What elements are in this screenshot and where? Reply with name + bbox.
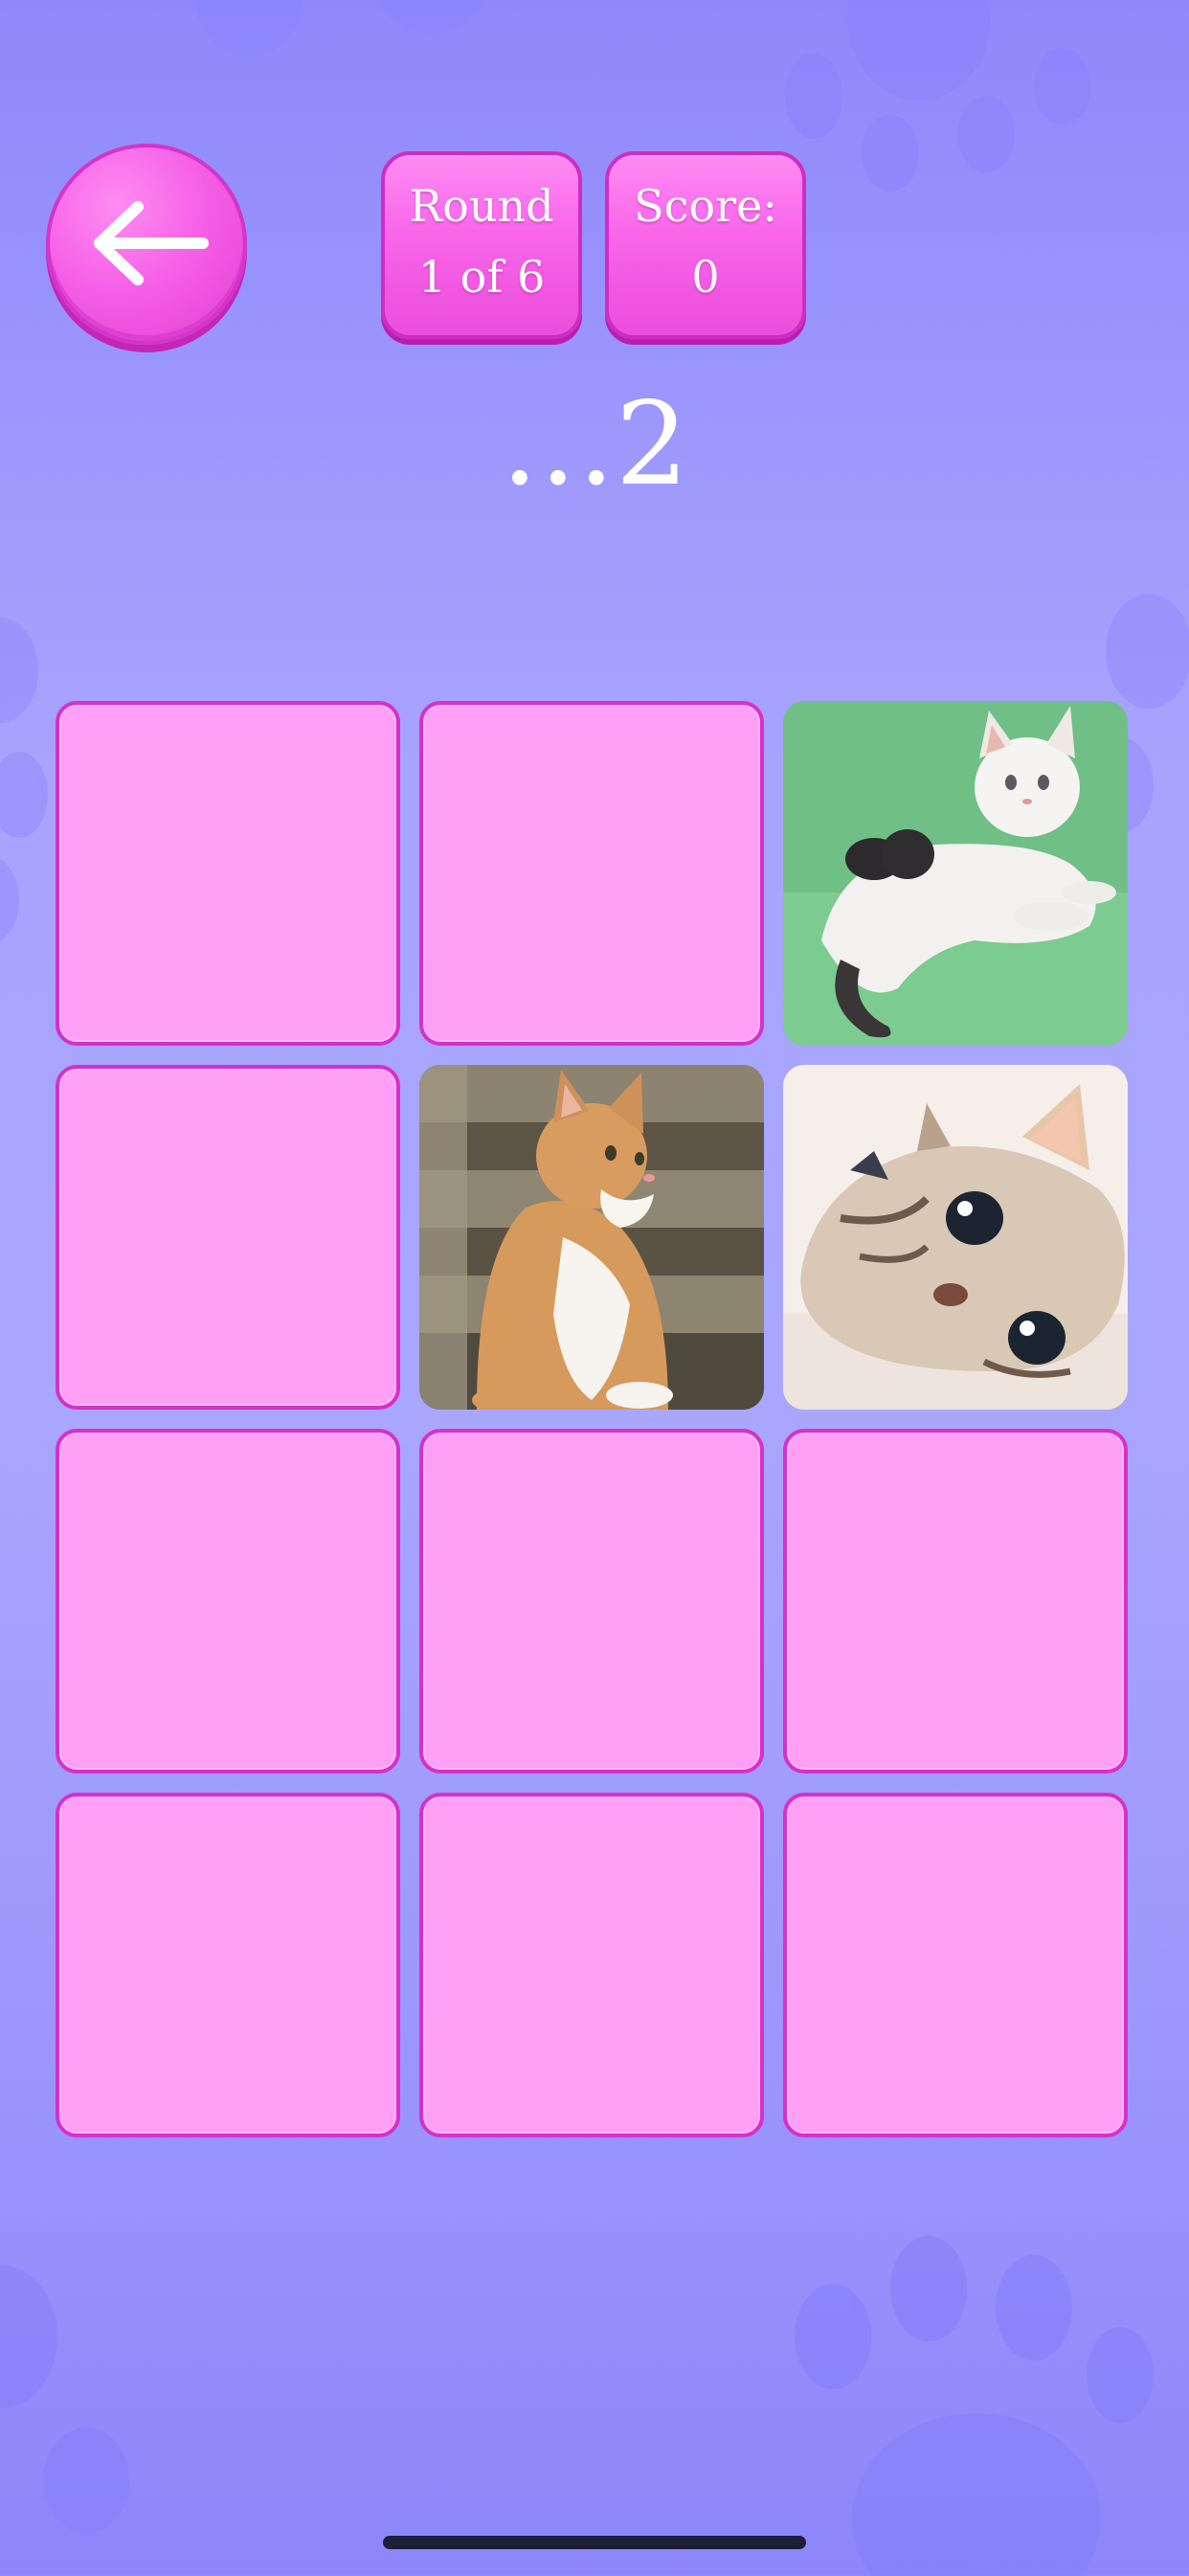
card-hidden[interactable] [419,701,764,1046]
arrow-left-icon [94,201,209,285]
paw-print-icon [795,2236,1154,2576]
card-hidden[interactable] [56,701,400,1046]
round-label: Round [409,180,554,232]
card-orange-cat[interactable] [419,1065,764,1410]
score-value: 0 [691,251,720,303]
card-hidden[interactable] [56,1065,400,1410]
card-hidden[interactable] [419,1793,764,2137]
card-white-kitten[interactable] [783,701,1128,1046]
card-grid [56,701,1133,2137]
back-button[interactable] [46,144,247,345]
round-indicator: Round 1 of 6 [381,151,582,339]
orange-cat-image [419,1065,764,1410]
countdown-text: …2 [500,378,689,511]
paw-print-icon [196,0,484,57]
round-value: 1 of 6 [417,251,546,303]
card-hidden[interactable] [783,1429,1128,1774]
white-kitten-image [783,701,1128,1046]
card-hidden[interactable] [783,1793,1128,2137]
card-hidden[interactable] [56,1429,400,1774]
score-indicator: Score: 0 [605,151,806,339]
card-hidden[interactable] [56,1793,400,2137]
score-label: Score: [634,180,777,232]
home-indicator[interactable] [383,2536,806,2549]
card-tabby-kitten[interactable] [783,1065,1128,1410]
paw-print-icon [785,0,1091,192]
card-hidden[interactable] [419,1429,764,1774]
tabby-kitten-image [783,1065,1128,1410]
paw-print-icon [0,2265,129,2533]
